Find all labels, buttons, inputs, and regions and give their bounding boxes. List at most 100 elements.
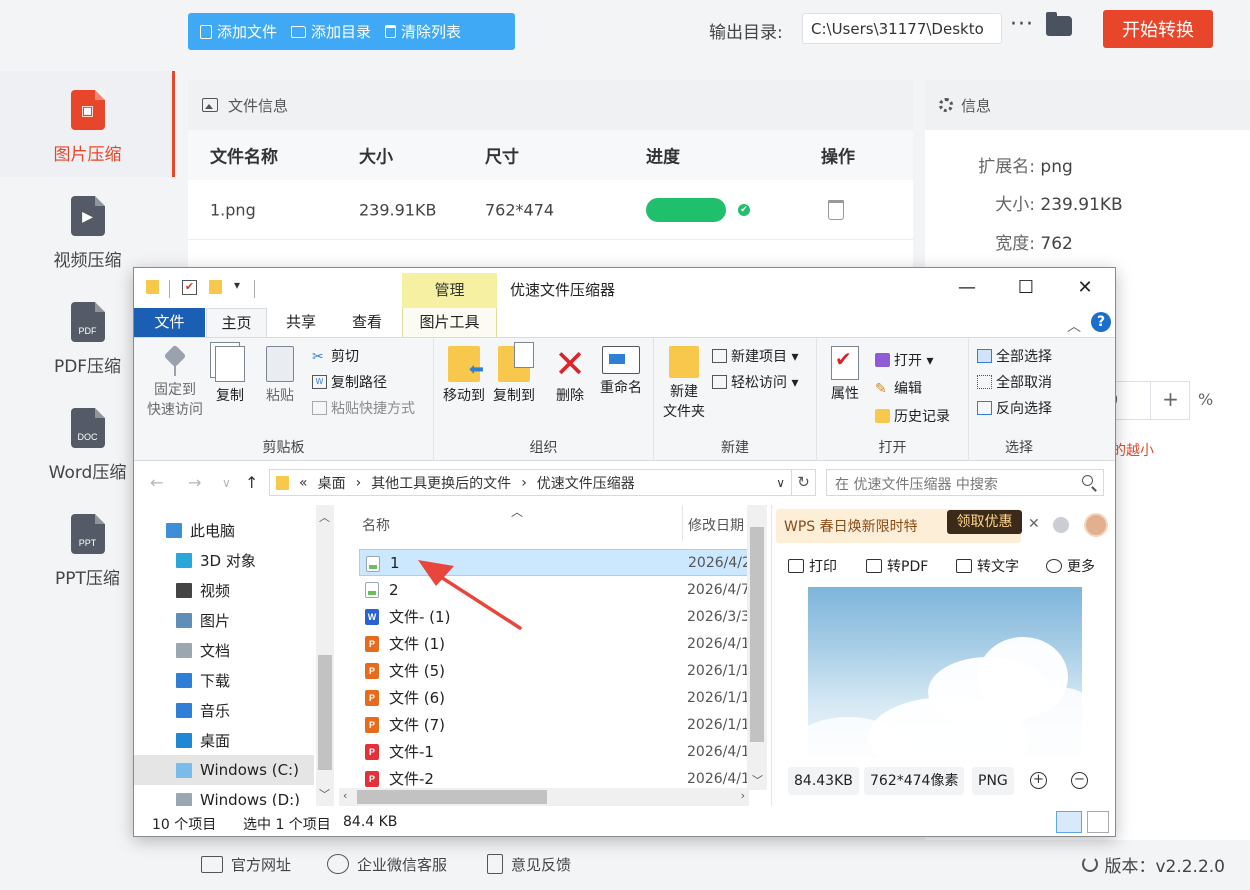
select-all-button[interactable]: 全部选择 [977,346,1052,366]
delete-row-icon[interactable] [828,199,844,220]
zoom-out-icon[interactable]: − [1071,772,1088,789]
scroll-left-icon[interactable]: ‹ [343,789,347,802]
nav-scroll-thumb[interactable] [318,655,332,770]
list-vertical-scrollbar[interactable]: ﹀ [747,505,767,790]
list-item[interactable]: P 文件 (5) 2026/1/1 [359,657,752,684]
wechat-service-link[interactable]: 企业微信客服 [327,854,447,875]
thumbnail-view-button[interactable] [1087,811,1109,833]
manage-context-tab[interactable]: 管理 [402,273,497,308]
avatar[interactable] [1084,513,1108,537]
clear-list-button[interactable]: 清除列表 [385,21,461,42]
close-button[interactable]: ✕ [1062,276,1108,300]
paste-button[interactable]: 粘贴 [262,346,298,406]
nav-tree-item[interactable]: 桌面 [134,725,314,755]
tab-view[interactable]: 查看 [339,308,395,337]
scroll-right-icon[interactable]: › [741,789,745,802]
breadcrumb-desktop[interactable]: 桌面 [318,473,346,493]
rename-button[interactable]: 重命名 [596,346,646,398]
list-scroll-thumb[interactable] [750,527,764,742]
chevron-up-icon[interactable]: ︿ [1067,316,1081,336]
website-link[interactable]: 官方网址 [201,854,291,875]
column-divider[interactable] [682,505,683,541]
search-input[interactable]: 在 优速文件压缩器 中搜索 [826,469,1104,496]
delete-button[interactable]: ✕ 删除 [552,345,588,406]
print-button[interactable]: 打印 [788,556,837,576]
list-item[interactable]: P 文件 (6) 2026/1/1 [359,684,752,711]
nav-tree-item[interactable]: 图片 [134,605,314,635]
new-folder-quick-icon[interactable] [209,280,222,294]
move-to-button[interactable]: 移动到 [440,346,488,406]
back-arrow-icon[interactable]: ← [150,473,163,492]
list-item[interactable]: W 文件- (1) 2026/3/3 [359,603,752,630]
table-row[interactable]: 1.png 239.91KB 762*474 ✔ [188,180,913,240]
nav-image-compress[interactable]: ▣ 图片压缩 [0,71,175,177]
tab-home[interactable]: 主页 [206,308,267,337]
chevron-down-icon[interactable]: ∨ [776,476,785,490]
copy-path-button[interactable]: W 复制路径 [312,372,387,392]
tab-file[interactable]: 文件 [134,308,205,337]
nav-tree-item[interactable]: 3D 对象 [134,545,314,575]
new-folder-button[interactable]: 新建 文件夹 [658,346,710,422]
to-pdf-button[interactable]: 转PDF [866,556,928,576]
breadcrumb-current[interactable]: 优速文件压缩器 [537,473,635,493]
nav-tree-item[interactable]: 视频 [134,575,314,605]
open-button[interactable]: 打开 ▾ [875,350,933,370]
to-text-button[interactable]: 转文字 [956,556,1019,576]
more-button[interactable]: 更多 [1046,556,1095,576]
col-name-header[interactable]: 名称 [362,515,390,535]
scroll-down-icon[interactable]: ﹀ [319,786,330,802]
minimize-button[interactable]: — [944,276,990,300]
copy-to-button[interactable]: 复制到 [490,342,538,406]
history-button[interactable]: 历史记录 [875,406,950,426]
zoom-in-icon[interactable]: + [1030,772,1047,789]
properties-quick-icon[interactable]: ✔ [182,280,197,295]
more-options-button[interactable]: ··· [1010,12,1034,37]
nav-tree-item[interactable]: 此电脑 [134,515,314,545]
details-view-button[interactable] [1056,811,1082,833]
select-none-button[interactable]: 全部取消 [977,372,1052,392]
easy-access-button[interactable]: 轻松访问 ▾ [712,372,798,392]
start-convert-button[interactable]: 开始转换 [1103,10,1213,48]
col-modified-header[interactable]: 修改日期 [688,515,744,535]
address-path[interactable]: « 桌面 › 其他工具更换后的文件 › 优速文件压缩器 ∨ [269,469,792,496]
list-item[interactable]: 2 2026/4/7 [359,576,752,603]
output-dir-input[interactable]: C:\Users\31177\Deskto [802,13,1002,44]
cut-button[interactable]: ✂ 剪切 [312,346,359,366]
feedback-link[interactable]: 意见反馈 [487,854,571,875]
open-folder-icon[interactable] [1046,12,1072,36]
add-file-button[interactable]: 添加文件 [200,21,277,42]
list-item[interactable]: P 文件 (1) 2026/4/1 [359,630,752,657]
forward-arrow-icon[interactable]: → [188,473,201,492]
breadcrumb-overflow[interactable]: « [299,475,308,491]
close-icon[interactable]: ✕ [1028,516,1040,532]
nav-tree-item[interactable]: Windows (C:) [134,755,314,785]
version-info[interactable]: 版本：v2.2.2.0 [1082,852,1225,877]
new-item-button[interactable]: 新建项目 ▾ [712,346,798,366]
scroll-down-icon[interactable]: ﹀ [752,772,763,788]
list-horizontal-scrollbar[interactable]: ‹ › [339,788,749,806]
tab-picture-tools[interactable]: 图片工具 [402,308,497,337]
paste-shortcut-button[interactable]: 粘贴快捷方式 [312,398,415,418]
scroll-up-icon[interactable]: ︿ [319,509,330,525]
nav-tree-item[interactable]: Windows (D:) [134,785,314,806]
copy-button[interactable]: 复制 [212,346,248,406]
nav-tree-item[interactable]: 下载 [134,665,314,695]
pin-quick-access-button[interactable]: 固定到 快速访问 [142,346,208,420]
list-item[interactable]: 1 2026/4/2 [359,549,752,576]
tab-share[interactable]: 共享 [273,308,329,337]
invert-selection-button[interactable]: 反向选择 [977,398,1052,418]
list-item[interactable]: P 文件-1 2026/4/1 [359,738,752,765]
up-arrow-icon[interactable]: ↑ [245,473,258,492]
list-hscroll-thumb[interactable] [357,790,547,804]
refresh-button[interactable]: ↻ [792,469,816,496]
breadcrumb-folder[interactable]: 其他工具更换后的文件 [371,473,511,493]
nav-tree-item[interactable]: 音乐 [134,695,314,725]
chevron-down-icon[interactable]: ▾ [234,278,240,292]
add-directory-button[interactable]: 添加目录 [291,21,371,42]
nav-scrollbar[interactable]: ︿ ﹀ [316,505,334,806]
claim-offer-button[interactable]: 领取优惠 [947,510,1022,534]
recent-chevron-icon[interactable]: ∨ [222,476,231,490]
properties-button[interactable]: 属性 [825,346,865,404]
maximize-button[interactable]: ☐ [1003,276,1049,300]
list-item[interactable]: P 文件 (7) 2026/1/1 [359,711,752,738]
